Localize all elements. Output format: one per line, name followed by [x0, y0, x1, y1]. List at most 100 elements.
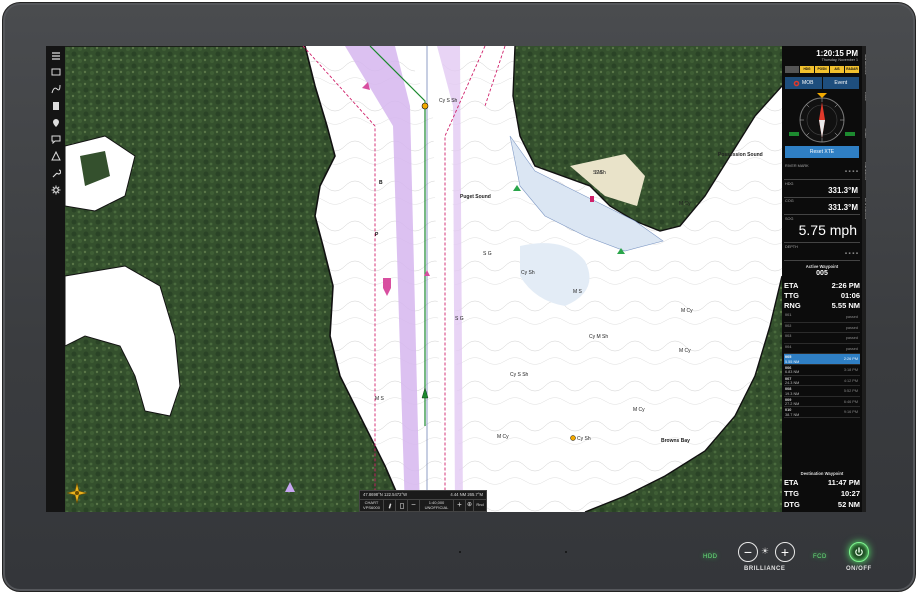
side-tab-2[interactable]: Vessel	[864, 128, 866, 138]
waypoint-id: 007	[785, 376, 792, 381]
river-mark-value: - - - -	[845, 169, 858, 175]
alarm-indicator-posn[interactable]: POSN	[815, 66, 829, 73]
side-tab-1[interactable]: Route	[864, 92, 866, 101]
zoom-out-button[interactable]: −	[408, 500, 420, 511]
waypoint-row-001[interactable]: 001 passed	[784, 312, 860, 323]
compass-gauge	[789, 93, 855, 143]
dest-dtg-row: DTG 52 NM	[784, 500, 860, 510]
pin-icon[interactable]	[48, 115, 63, 130]
cursor-position: 47.8698°N 122.5472°W	[363, 492, 408, 497]
reset-xte-button[interactable]: Reset XTE	[785, 146, 859, 158]
chart-select-button[interactable]: CHART VPS6000	[360, 500, 384, 511]
waypoint-distance: 27.2 NM	[785, 402, 800, 407]
triangle-icon[interactable]	[48, 149, 63, 164]
panel-divider	[784, 197, 860, 198]
waypoint-id: 004	[785, 344, 792, 349]
clock-date: Thursday, November 1	[821, 58, 858, 62]
info-icon[interactable]	[384, 500, 396, 511]
more-button[interactable]: Rnd	[474, 500, 486, 511]
waypoint-status: 2:26 PM	[843, 357, 858, 362]
waypoint-row-010[interactable]: 010 38.7 NM 9:16 PM	[784, 407, 860, 418]
waypoint-status: passed	[845, 336, 858, 341]
power-icon	[855, 547, 863, 556]
side-tab-strip: NAVIGATION Route Vessel Instruments GPS STAT…	[862, 46, 866, 512]
side-tab-3[interactable]: Instruments	[864, 162, 866, 180]
brilliance-label: BRILLIANCE	[744, 566, 786, 572]
waypoint-id: 003	[785, 334, 792, 339]
cog-label: COG	[785, 199, 794, 203]
sounding-label: Cy S Sh	[439, 98, 458, 104]
waypoint-status: passed	[845, 346, 858, 351]
waypoint-distance: 5.55 NM	[785, 359, 800, 364]
alarm-indicator-radar[interactable]: RADAR	[845, 66, 859, 73]
wrench-icon[interactable]	[48, 166, 63, 181]
waypoint-row-002[interactable]: 002 passed	[784, 323, 860, 334]
waypoint-status: 5:52 PM	[843, 389, 858, 394]
waypoint-row-004[interactable]: 004 passed	[784, 344, 860, 355]
chart-status-bar: 47.8698°N 122.5472°W 4.44 NM 265.7°M CHA…	[359, 490, 487, 512]
menu-icon[interactable]	[48, 48, 63, 63]
waypoint-row-003[interactable]: 003 passed	[784, 333, 860, 344]
waypoint-list: 001 passed 002 passed 003 passed 004 passed 005 5…	[784, 312, 860, 418]
waypoint-row-008[interactable]: 008 19.3 NM 5:52 PM	[784, 386, 860, 397]
fcd-indicator: FCD	[813, 554, 827, 560]
route-icon[interactable]	[48, 82, 63, 97]
chartplotter-screen: Puget Sound Possession Sound Browns Bay …	[46, 46, 866, 512]
map-label-puget-sound: Puget Sound	[460, 194, 491, 200]
dest-dtg-value: 52 NM	[837, 500, 860, 509]
gear-icon[interactable]	[48, 182, 63, 197]
mob-event-row: MOB Event	[785, 77, 859, 89]
sounding-label: M Cy	[497, 434, 509, 440]
map-marker-p: P	[375, 232, 379, 238]
sounding-label: M Cy	[681, 308, 693, 314]
zoom-in-button[interactable]: +	[454, 500, 466, 511]
waypoint-id: 002	[785, 323, 792, 328]
side-tab-0[interactable]: NAVIGATION	[864, 54, 866, 75]
active-waypoint-title: Active Waypoint	[805, 264, 839, 269]
sounding-label: Cy Sh	[577, 436, 591, 442]
sounding-label: S M	[593, 170, 602, 176]
chart-scale-sub: UNOFFICIAL	[424, 504, 449, 510]
depth-value: - - - -	[845, 251, 858, 257]
nautical-chart[interactable]: Puget Sound Possession Sound Browns Bay …	[65, 46, 782, 512]
sounding-label: S G	[455, 316, 464, 322]
onoff-label: ON/OFF	[846, 566, 872, 572]
power-button[interactable]	[849, 542, 869, 562]
alarm-indicator[interactable]	[785, 66, 799, 73]
sounding-label: M Cy	[679, 201, 691, 207]
chart-scale: 1:40,000 UNOFFICIAL	[420, 500, 454, 511]
active-rng-row: RNG 5.55 NM	[784, 301, 860, 311]
window-icon[interactable]	[48, 65, 63, 80]
waypoint-row-006[interactable]: 006 6.83 NM 3:18 PM	[784, 365, 860, 376]
waypoint-row-009[interactable]: 009 27.2 NM 6:46 PM	[784, 397, 860, 408]
waypoint-row-005[interactable]: 005 5.55 NM 2:26 PM	[784, 354, 860, 365]
brilliance-plus-button[interactable]: +	[775, 542, 795, 562]
alarm-indicator-hdg[interactable]: HDG	[800, 66, 814, 73]
map-label-browns-bay: Browns Bay	[661, 438, 690, 444]
alarm-indicator-ais[interactable]: AIS	[830, 66, 844, 73]
waypoint-id: 009	[785, 397, 792, 402]
clock-time: 1:20:15 PM	[816, 49, 858, 58]
left-toolbar	[46, 46, 65, 512]
side-tab-4[interactable]: GPS STATUS	[864, 198, 866, 220]
dest-ttg-value: 10:27	[840, 489, 860, 498]
active-ttg-row: TTG 01:06	[784, 291, 860, 301]
dest-eta-label: ETA	[784, 478, 799, 487]
chat-icon[interactable]	[48, 132, 63, 147]
layers-icon[interactable]	[48, 98, 63, 113]
dest-ttg-label: TTG	[784, 489, 799, 498]
waypoint-row-007[interactable]: 007 24.3 NM 4:12 PM	[784, 376, 860, 387]
river-mark-label: RIVER MARK	[785, 164, 809, 168]
orientation-icon[interactable]	[396, 500, 408, 511]
waypoint-status: passed	[845, 325, 858, 330]
hdg-label: HDG	[785, 182, 794, 186]
dest-dtg-label: DTG	[784, 500, 800, 509]
add-icon[interactable]: ⊕	[466, 500, 474, 511]
sun-icon: ☀	[761, 546, 770, 556]
sounding-label: M S	[375, 396, 384, 402]
mob-button[interactable]: MOB	[785, 77, 822, 89]
event-button[interactable]: Event	[822, 77, 859, 89]
waypoint-status: 4:12 PM	[843, 378, 858, 383]
brilliance-minus-button[interactable]: −	[738, 542, 758, 562]
side-tabs-graphic: NAVIGATION Route Vessel Instruments GPS STAT…	[862, 46, 866, 512]
